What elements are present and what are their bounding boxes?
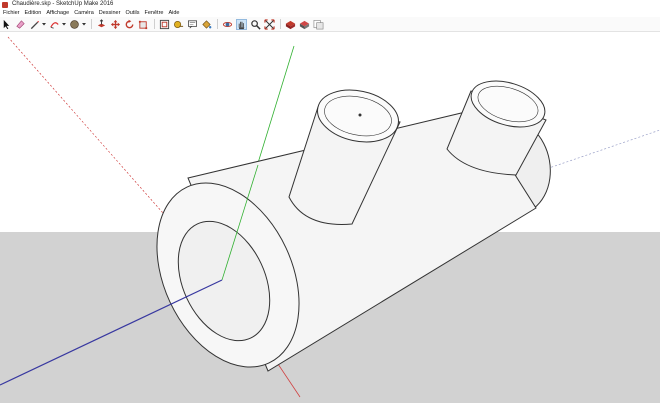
zoom-icon[interactable]	[249, 18, 262, 31]
paint-bucket-icon[interactable]	[200, 18, 213, 31]
title-bar: Chaudière.skp - SketchUp Make 2016	[0, 0, 660, 9]
arc-dropdown-icon[interactable]	[62, 18, 66, 31]
tape-measure-icon[interactable]	[172, 18, 185, 31]
menu-outils[interactable]: Outils	[123, 9, 142, 17]
pencil-line-icon[interactable]	[28, 18, 41, 31]
toolbar-separator	[91, 19, 92, 29]
arc-icon[interactable]	[48, 18, 61, 31]
shape-icon[interactable]	[68, 18, 81, 31]
orbit-icon[interactable]	[221, 18, 234, 31]
text-icon[interactable]	[186, 18, 199, 31]
toolbar-separator	[217, 19, 218, 29]
sketchup-logo-icon	[2, 1, 8, 8]
pan-hand-icon[interactable]	[235, 18, 248, 31]
3d-viewport[interactable]	[0, 32, 660, 403]
extension-warehouse-icon[interactable]	[298, 18, 311, 31]
shape-dropdown-icon[interactable]	[82, 18, 86, 31]
menu-fenetre[interactable]: Fenêtre	[142, 9, 166, 17]
chimney-left-center	[358, 113, 362, 117]
menu-aide[interactable]: Aide	[166, 9, 182, 17]
pencil-dropdown-icon[interactable]	[42, 18, 46, 31]
menu-bar: Fichier Edition Affichage Caméra Dessine…	[0, 9, 660, 17]
zoom-extents-icon[interactable]	[263, 18, 276, 31]
menu-affichage[interactable]: Affichage	[44, 9, 72, 17]
3d-warehouse-icon[interactable]	[284, 18, 297, 31]
eraser-icon[interactable]	[14, 18, 27, 31]
rotate-icon[interactable]	[123, 18, 136, 31]
offset-icon[interactable]	[158, 18, 171, 31]
toolbar-separator	[280, 19, 281, 29]
window-title: Chaudière.skp - SketchUp Make 2016	[12, 1, 114, 7]
layout-send-icon[interactable]	[312, 18, 325, 31]
select-arrow-icon[interactable]	[0, 18, 13, 31]
toolbar-separator	[154, 19, 155, 29]
menu-fichier[interactable]: Fichier	[0, 9, 22, 17]
scale-icon[interactable]	[137, 18, 150, 31]
menu-dessiner[interactable]: Dessiner	[96, 9, 123, 17]
move-icon[interactable]	[109, 18, 122, 31]
getting-started-toolbar	[0, 17, 660, 32]
menu-camera[interactable]: Caméra	[72, 9, 97, 17]
menu-edition[interactable]: Edition	[22, 9, 44, 17]
push-pull-icon[interactable]	[95, 18, 108, 31]
